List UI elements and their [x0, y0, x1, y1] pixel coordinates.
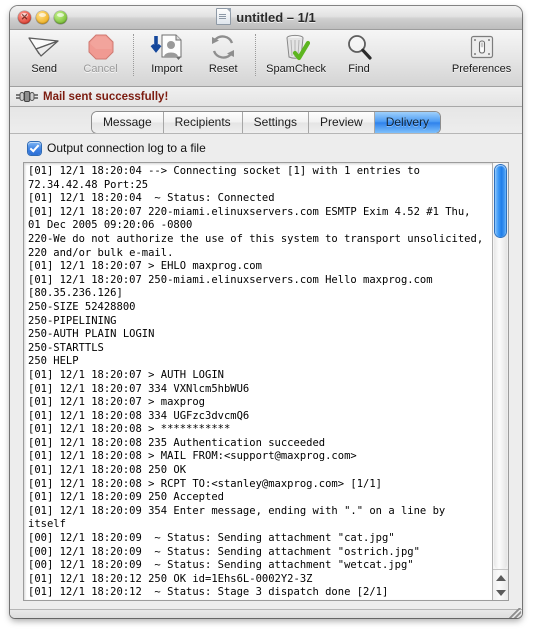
tab-message[interactable]: Message [91, 112, 164, 133]
status-bar: Mail sent successfully! [10, 87, 522, 107]
paper-plane-icon [27, 32, 61, 62]
scrollbar-track[interactable] [494, 163, 507, 570]
connection-log-container: [01] 12/1 18:20:04 --> Connecting socket… [23, 162, 509, 601]
log-line: [00] 12/1 18:20:09 ~ Status: Sending att… [28, 532, 395, 545]
log-line: [01] 12/1 18:20:09 354 Enter message, en… [28, 504, 452, 531]
log-line: [01] 12/1 18:20:04 --> Connecting socket… [28, 165, 427, 191]
tab-settings[interactable]: Settings [242, 112, 310, 133]
log-line: [01] 12/1 18:20:04 ~ Status: Connected [28, 192, 275, 205]
delivery-tab-content: Output connection log to a file [01] 12/… [10, 133, 522, 609]
light-switch-icon [469, 32, 495, 62]
tab-panel: Message Recipients Settings Preview Deli… [10, 107, 522, 618]
log-line: 250 HELP [28, 355, 79, 368]
log-line: [01] 12/1 18:20:07 > EHLO maxprog.com [28, 260, 262, 273]
send-button[interactable]: Send [16, 32, 72, 75]
scroll-up-arrow-icon[interactable] [495, 574, 506, 581]
toolbar-separator [132, 34, 135, 76]
scroll-down-arrow-icon[interactable] [495, 589, 506, 596]
log-line: [01] 12/1 18:20:07 > maxprog [28, 396, 206, 409]
log-line: [01] 12/1 18:20:07 250-miami.elinuxserve… [28, 273, 439, 300]
document-icon [216, 8, 232, 25]
cancel-button[interactable]: Cancel [72, 32, 128, 75]
zoom-button[interactable] [54, 11, 67, 24]
status-message: Mail sent successfully! [43, 90, 169, 103]
find-button[interactable]: Find [331, 32, 387, 75]
log-line: [00] 12/1 18:20:09 ~ Status: Sending att… [28, 559, 414, 572]
window-bottom-bar [10, 608, 522, 618]
tab-strip: Message Recipients Settings Preview Deli… [10, 107, 522, 133]
spamcheck-label: SpamCheck [266, 63, 327, 75]
log-line: [01] 12/1 18:20:12 ~ Status: Stage 3 dis… [28, 586, 389, 599]
output-log-checkbox-row[interactable]: Output connection log to a file [10, 134, 522, 162]
log-line: [01] 12/1 18:20:08 250 OK [28, 464, 187, 477]
log-line: [01] 12/1 18:20:08 235 Authentication su… [28, 436, 326, 449]
log-line: [01] 12/1 18:20:08 > *********** [28, 423, 231, 436]
connection-log-text[interactable]: [01] 12/1 18:20:04 --> Connecting socket… [24, 163, 492, 600]
window-title-text: untitled – 1/1 [236, 10, 316, 25]
preferences-label: Preferences [451, 63, 512, 75]
close-icon: ✕ [20, 12, 29, 22]
log-line: 250-SIZE 52428800 [28, 300, 136, 313]
tab-list: Message Recipients Settings Preview Deli… [91, 112, 441, 133]
log-line: 220 and/or bulk e-mail. [28, 246, 174, 259]
tab-delivery[interactable]: Delivery [374, 112, 441, 133]
application-window: ✕ untitled – 1/1 Send Cancel Import Rese… [10, 6, 522, 618]
connector-plug-icon [16, 91, 38, 102]
output-log-label: Output connection log to a file [47, 141, 206, 155]
import-contact-icon [150, 32, 184, 62]
output-log-checkbox[interactable] [28, 141, 41, 155]
send-label: Send [31, 63, 58, 75]
log-line: [01] 12/1 18:20:08 > RCPT TO:<stanley@ma… [28, 477, 383, 490]
import-label: Import [151, 63, 183, 75]
log-line: 250-STARTTLS [28, 341, 104, 354]
cancel-label: Cancel [83, 63, 118, 75]
minimize-button[interactable] [36, 11, 49, 24]
resize-grip[interactable] [507, 608, 521, 618]
stop-octagon-icon [88, 32, 114, 62]
preferences-button[interactable]: Preferences [441, 32, 522, 75]
log-line: [01] 12/1 18:20:08 334 UGFzc3dvcmQ6 [28, 409, 250, 422]
trash-check-icon [282, 32, 311, 62]
scrollbar-arrows [493, 569, 508, 600]
log-scrollbar[interactable] [492, 163, 508, 600]
window-controls: ✕ [18, 11, 67, 24]
refresh-arrows-icon [209, 32, 237, 62]
window-title: untitled – 1/1 [10, 6, 522, 29]
log-line: [01] 12/1 18:20:07 > AUTH LOGIN [28, 368, 224, 381]
log-line: [01] 12/1 18:20:12 250 OK id=1Ehs6L-0002… [28, 572, 313, 585]
scrollbar-thumb[interactable] [495, 165, 506, 237]
log-line: 250-AUTH PLAIN LOGIN [28, 328, 155, 341]
main-toolbar: Send Cancel Import Reset SpamCheck Find … [10, 30, 522, 87]
toolbar-separator-2 [255, 34, 257, 76]
reset-label: Reset [208, 63, 238, 75]
log-line: [01] 12/1 18:20:08 > MAIL FROM:<support@… [28, 450, 357, 463]
magnifier-icon [345, 32, 373, 62]
window-titlebar[interactable]: ✕ untitled – 1/1 [10, 6, 522, 30]
log-line: [01] 12/1 18:20:07 334 VXNlcm5hbWU6 [28, 382, 250, 395]
app-root: ✕ untitled – 1/1 Send Cancel Import Rese… [0, 0, 533, 629]
spamcheck-button[interactable]: SpamCheck [261, 32, 331, 75]
tab-recipients[interactable]: Recipients [163, 112, 243, 133]
log-line: [01] 12/1 18:20:09 250 Accepted [28, 491, 224, 504]
log-line: [00] 12/1 18:20:09 ~ Status: Sending att… [28, 545, 420, 558]
log-line: 250-PIPELINING [28, 314, 117, 327]
log-line: 220-We do not authorize the use of this … [28, 232, 484, 245]
close-button[interactable]: ✕ [18, 11, 31, 24]
log-line: [01] 12/1 18:20:07 220-miami.elinuxserve… [28, 205, 477, 232]
reset-button[interactable]: Reset [195, 32, 251, 75]
tab-preview[interactable]: Preview [309, 112, 375, 133]
find-label: Find [348, 63, 370, 75]
import-button[interactable]: Import [139, 32, 195, 75]
